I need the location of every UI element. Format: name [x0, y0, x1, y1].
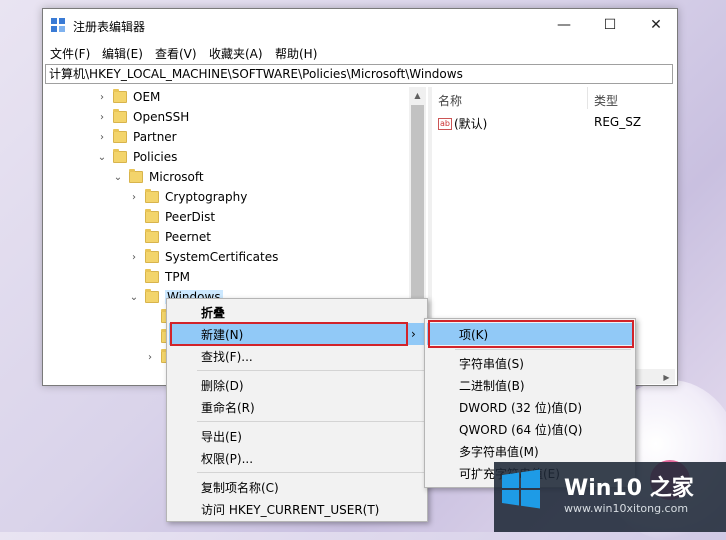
menu-help[interactable]: 帮助(H) — [275, 45, 317, 62]
folder-icon — [113, 149, 127, 163]
menu-separator — [197, 421, 425, 422]
value-type-cell[interactable]: REG_SZ — [594, 115, 641, 129]
menu-bar: 文件(F) 编辑(E) 查看(V) 收藏夹(A) 帮助(H) — [43, 43, 677, 63]
folder-icon — [145, 269, 159, 283]
menu-view[interactable]: 查看(V) — [155, 45, 197, 62]
watermark-url: www.win10xitong.com — [564, 502, 689, 515]
menu-separator — [455, 349, 631, 350]
tree-item-cryptography[interactable]: › Cryptography — [129, 187, 247, 207]
address-bar[interactable]: 计算机\HKEY_LOCAL_MACHINE\SOFTWARE\Policies… — [45, 64, 673, 84]
list-row[interactable]: ab (默认) — [438, 115, 487, 132]
tree-item-label: OpenSSH — [133, 110, 190, 124]
tree-item-microsoft[interactable]: ⌄ Microsoft — [113, 167, 204, 187]
tree-item-openssh[interactable]: › OpenSSH — [97, 107, 189, 127]
menu-separator — [197, 370, 425, 371]
column-divider[interactable] — [587, 87, 588, 109]
tree-item-policies[interactable]: ⌄ Policies — [97, 147, 177, 167]
tree-item-peerdist[interactable]: PeerDist — [129, 207, 215, 227]
folder-icon — [113, 89, 127, 103]
scroll-right-arrow-icon[interactable]: ▶ — [658, 369, 675, 385]
submenu-item-binary-value[interactable]: 二进制值(B) — [427, 374, 633, 396]
expand-chevron-icon[interactable]: › — [145, 352, 155, 363]
value-name: (默认) — [454, 117, 488, 131]
tree-item-tpm[interactable]: TPM — [129, 267, 190, 287]
maximize-button[interactable]: ☐ — [587, 9, 633, 41]
scroll-up-arrow-icon[interactable]: ▲ — [409, 87, 426, 103]
menu-file[interactable]: 文件(F) — [50, 45, 90, 62]
regedit-icon — [51, 18, 65, 32]
tree-item-systemcertificates[interactable]: › SystemCertificates — [129, 247, 278, 267]
expand-chevron-icon[interactable]: › — [129, 192, 139, 203]
close-button[interactable]: ✕ — [633, 9, 679, 41]
tree-item-label: Microsoft — [149, 170, 204, 184]
folder-icon — [145, 209, 159, 223]
collapse-chevron-icon[interactable]: ⌄ — [113, 172, 123, 183]
menu-favorites[interactable]: 收藏夹(A) — [209, 45, 263, 62]
menu-item-goto-hkcu[interactable]: 访问 HKEY_CURRENT_USER(T) — [169, 498, 425, 520]
submenu-item-qword-value[interactable]: QWORD (64 位)值(Q) — [427, 418, 633, 440]
callout-highlight-key — [428, 320, 634, 348]
submenu-item-dword-value[interactable]: DWORD (32 位)值(D) — [427, 396, 633, 418]
tree-item-label: OEM — [133, 90, 161, 104]
menu-item-find[interactable]: 查找(F)... — [169, 345, 425, 367]
window-title: 注册表编辑器 — [73, 20, 146, 34]
tree-item-partner[interactable]: › Partner — [97, 127, 177, 147]
tree-item-label: Policies — [133, 150, 178, 164]
menu-item-rename[interactable]: 重命名(R) — [169, 396, 425, 418]
folder-icon — [145, 189, 159, 203]
value-type: REG_SZ — [594, 115, 642, 129]
watermark: Win10 之家 www.win10xitong.com — [494, 462, 726, 532]
expand-chevron-icon[interactable]: › — [97, 132, 107, 143]
minimize-button[interactable]: — — [541, 9, 587, 41]
tree-item-peernet[interactable]: Peernet — [129, 227, 211, 247]
submenu-arrow-icon: › — [411, 327, 416, 341]
submenu-item-multi-string-value[interactable]: 多字符串值(M) — [427, 440, 633, 462]
folder-icon — [113, 129, 127, 143]
menu-separator — [197, 472, 425, 473]
watermark-title: Win10 之家 — [564, 476, 694, 501]
expand-chevron-icon[interactable]: › — [97, 92, 107, 103]
tree-item-label: SystemCertificates — [165, 250, 279, 264]
folder-icon — [145, 229, 159, 243]
collapse-chevron-icon[interactable]: ⌄ — [129, 292, 139, 303]
menu-item-copy-key-name[interactable]: 复制项名称(C) — [169, 476, 425, 498]
menu-item-collapse[interactable]: 折叠 — [169, 301, 425, 323]
tree-item-label: TPM — [165, 270, 190, 284]
collapse-chevron-icon[interactable]: ⌄ — [97, 152, 107, 163]
tree-item-label: Peernet — [165, 230, 211, 244]
title-bar[interactable]: 注册表编辑器 — ☐ ✕ — [43, 9, 677, 41]
expand-chevron-icon[interactable]: › — [129, 252, 139, 263]
menu-item-export[interactable]: 导出(E) — [169, 425, 425, 447]
menu-edit[interactable]: 编辑(E) — [102, 45, 143, 62]
submenu-item-string-value[interactable]: 字符串值(S) — [427, 352, 633, 374]
tree-item-label: Cryptography — [165, 190, 248, 204]
tree-item-oem[interactable]: › OEM — [97, 87, 160, 107]
folder-icon — [145, 249, 159, 263]
callout-highlight-new — [170, 322, 408, 346]
windows-logo-icon — [502, 469, 540, 509]
expand-chevron-icon[interactable]: › — [97, 112, 107, 123]
folder-icon — [145, 289, 159, 303]
column-header-name[interactable]: 名称 — [438, 92, 462, 109]
folder-icon — [113, 109, 127, 123]
menu-item-permissions[interactable]: 权限(P)... — [169, 447, 425, 469]
menu-item-delete[interactable]: 删除(D) — [169, 374, 425, 396]
tree-item-label: Partner — [133, 130, 177, 144]
tree-item-label: PeerDist — [165, 210, 216, 224]
string-value-icon: ab — [438, 117, 452, 130]
folder-icon — [129, 169, 143, 183]
column-header-type[interactable]: 类型 — [594, 92, 618, 109]
